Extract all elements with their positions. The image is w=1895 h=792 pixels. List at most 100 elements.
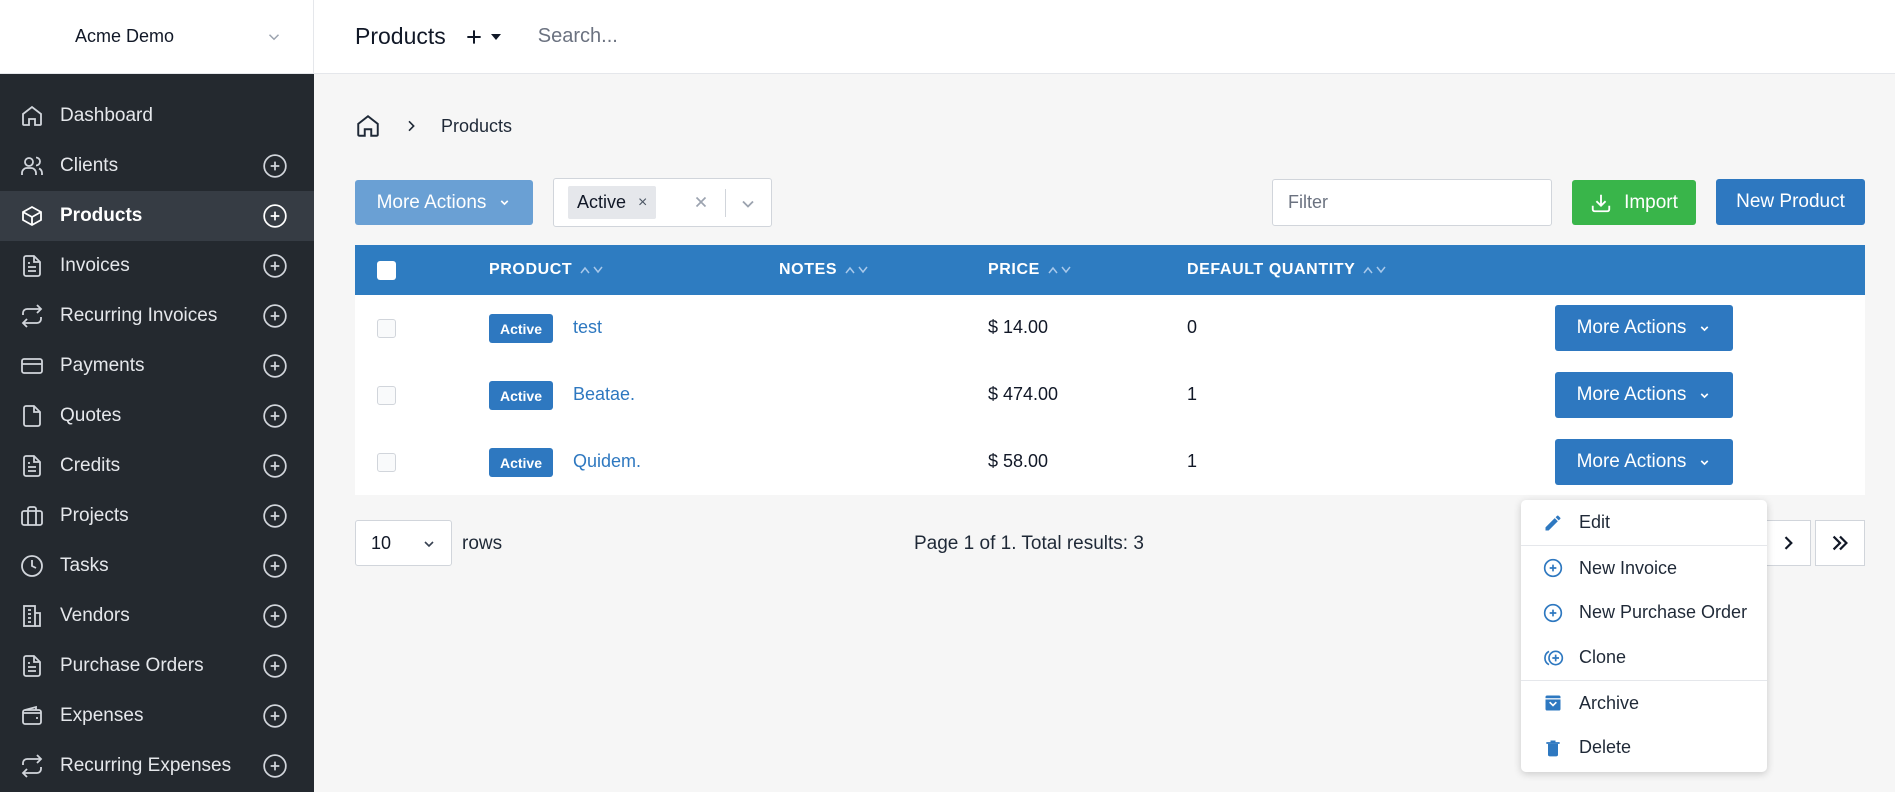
add-product-icon[interactable] bbox=[262, 203, 288, 229]
menu-item-edit[interactable]: Edit bbox=[1521, 500, 1767, 545]
column-label: PRICE bbox=[988, 261, 1040, 278]
sidebar-item-label: Recurring Expenses bbox=[60, 755, 232, 776]
row-more-actions-button[interactable]: More Actions bbox=[1555, 439, 1733, 485]
plus-circle-icon bbox=[1543, 558, 1563, 578]
row-more-actions-button[interactable]: More Actions bbox=[1555, 372, 1733, 418]
company-switcher[interactable]: Acme Demo bbox=[0, 0, 314, 74]
chevron-right-icon bbox=[403, 118, 419, 134]
chevron-right-icon bbox=[1778, 533, 1798, 553]
add-invoice-icon[interactable] bbox=[262, 253, 288, 279]
column-header-notes[interactable]: NOTES bbox=[779, 245, 868, 295]
file-text-icon bbox=[20, 654, 44, 678]
sidebar-item-invoices[interactable]: Invoices bbox=[0, 241, 314, 291]
menu-item-label: Clone bbox=[1579, 647, 1627, 667]
sidebar-item-label: Clients bbox=[60, 155, 119, 176]
chip-remove-icon[interactable]: × bbox=[638, 194, 647, 212]
last-page-button[interactable] bbox=[1815, 520, 1865, 566]
chevrons-right-icon bbox=[1829, 532, 1851, 554]
sidebar-item-tasks[interactable]: Tasks bbox=[0, 541, 314, 591]
clone-icon bbox=[1543, 648, 1564, 668]
quick-create-button[interactable] bbox=[464, 27, 502, 47]
add-recurring-expense-icon[interactable] bbox=[262, 753, 288, 779]
row-checkbox[interactable] bbox=[377, 453, 396, 472]
sidebar-item-payments[interactable]: Payments bbox=[0, 341, 314, 391]
import-button[interactable]: Import bbox=[1572, 180, 1696, 225]
home-icon[interactable] bbox=[355, 113, 381, 139]
sidebar-item-dashboard[interactable]: Dashboard bbox=[0, 91, 314, 141]
menu-item-delete[interactable]: Delete bbox=[1521, 725, 1767, 770]
rows-label: rows bbox=[462, 533, 503, 554]
chevron-down-icon bbox=[421, 536, 437, 552]
column-header-default-quantity[interactable]: DEFAULT QUANTITY bbox=[1187, 245, 1386, 295]
product-quantity: 1 bbox=[1187, 451, 1198, 471]
add-client-icon[interactable] bbox=[262, 153, 288, 179]
add-project-icon[interactable] bbox=[262, 503, 288, 529]
clock-icon bbox=[20, 554, 44, 578]
menu-item-label: New Invoice bbox=[1579, 557, 1678, 578]
sidebar-item-label: Credits bbox=[60, 455, 121, 476]
menu-item-archive[interactable]: Archive bbox=[1521, 680, 1767, 725]
menu-item-new-purchase-order[interactable]: New Purchase Order bbox=[1521, 590, 1767, 635]
add-recurring-invoice-icon[interactable] bbox=[262, 303, 288, 329]
column-header-price[interactable]: PRICE bbox=[988, 245, 1071, 295]
sidebar: Acme Demo Dashboard Clients Products Inv… bbox=[0, 0, 314, 792]
sidebar-nav: Dashboard Clients Products Invoices Recu… bbox=[0, 74, 314, 791]
product-price: $ 14.00 bbox=[988, 317, 1049, 337]
next-page-button[interactable] bbox=[1765, 520, 1811, 566]
briefcase-icon bbox=[20, 504, 44, 528]
more-actions-label: More Actions bbox=[376, 191, 487, 213]
product-quantity: 1 bbox=[1187, 384, 1198, 404]
sidebar-item-clients[interactable]: Clients bbox=[0, 141, 314, 191]
status-filter-select[interactable]: Active × bbox=[553, 178, 772, 227]
sidebar-item-projects[interactable]: Projects bbox=[0, 491, 314, 541]
row-checkbox[interactable] bbox=[377, 319, 396, 338]
trash-icon bbox=[1543, 738, 1563, 758]
more-actions-label: More Actions bbox=[1576, 451, 1687, 472]
add-task-icon[interactable] bbox=[262, 553, 288, 579]
table-row: Active Beatae. $ 474.00 1 More Actions bbox=[355, 362, 1865, 429]
credit-card-icon bbox=[20, 354, 44, 378]
plus-circle-icon bbox=[1543, 603, 1563, 623]
sidebar-item-credits[interactable]: Credits bbox=[0, 441, 314, 491]
building-icon bbox=[20, 604, 44, 628]
sidebar-item-vendors[interactable]: Vendors bbox=[0, 591, 314, 641]
add-payment-icon[interactable] bbox=[262, 353, 288, 379]
row-more-actions-button[interactable]: More Actions bbox=[1555, 305, 1733, 351]
row-checkbox[interactable] bbox=[377, 386, 396, 405]
sidebar-item-quotes[interactable]: Quotes bbox=[0, 391, 314, 441]
add-credit-icon[interactable] bbox=[262, 453, 288, 479]
filter-input[interactable] bbox=[1272, 179, 1552, 226]
sidebar-item-expenses[interactable]: Expenses bbox=[0, 691, 314, 741]
archive-icon bbox=[1543, 693, 1563, 713]
rows-per-page-value: 10 bbox=[371, 532, 392, 553]
box-icon bbox=[20, 204, 44, 228]
sidebar-item-recurring-expenses[interactable]: Recurring Expenses bbox=[0, 741, 314, 791]
add-quote-icon[interactable] bbox=[262, 403, 288, 429]
add-purchase-order-icon[interactable] bbox=[262, 653, 288, 679]
search-input[interactable] bbox=[537, 25, 1138, 48]
rows-per-page-select[interactable]: 10 bbox=[355, 520, 452, 566]
sidebar-item-recurring-invoices[interactable]: Recurring Invoices bbox=[0, 291, 314, 341]
menu-item-new-invoice[interactable]: New Invoice bbox=[1521, 545, 1767, 590]
chevron-down-icon[interactable] bbox=[738, 194, 758, 214]
product-name-link[interactable]: Beatae. bbox=[573, 384, 635, 405]
add-expense-icon[interactable] bbox=[262, 703, 288, 729]
product-name-link[interactable]: Quidem. bbox=[573, 451, 641, 472]
status-badge: Active bbox=[489, 448, 553, 477]
clear-icon[interactable] bbox=[692, 193, 710, 211]
sort-icon bbox=[1048, 266, 1071, 274]
top-bar: Products bbox=[314, 0, 1895, 74]
table-row: Active test $ 14.00 0 More Actions bbox=[355, 295, 1865, 362]
repeat-icon bbox=[20, 754, 44, 778]
sidebar-item-purchase-orders[interactable]: Purchase Orders bbox=[0, 641, 314, 691]
add-vendor-icon[interactable] bbox=[262, 603, 288, 629]
status-chip: Active × bbox=[568, 186, 657, 219]
new-product-button[interactable]: New Product bbox=[1716, 179, 1865, 225]
bulk-more-actions-button[interactable]: More Actions bbox=[355, 180, 533, 225]
product-name-link[interactable]: test bbox=[573, 317, 602, 338]
column-header-product[interactable]: PRODUCT bbox=[489, 245, 603, 295]
sidebar-item-products[interactable]: Products bbox=[0, 191, 314, 241]
select-all-checkbox[interactable] bbox=[377, 261, 396, 280]
more-actions-label: More Actions bbox=[1576, 317, 1687, 338]
menu-item-clone[interactable]: Clone bbox=[1521, 635, 1767, 680]
